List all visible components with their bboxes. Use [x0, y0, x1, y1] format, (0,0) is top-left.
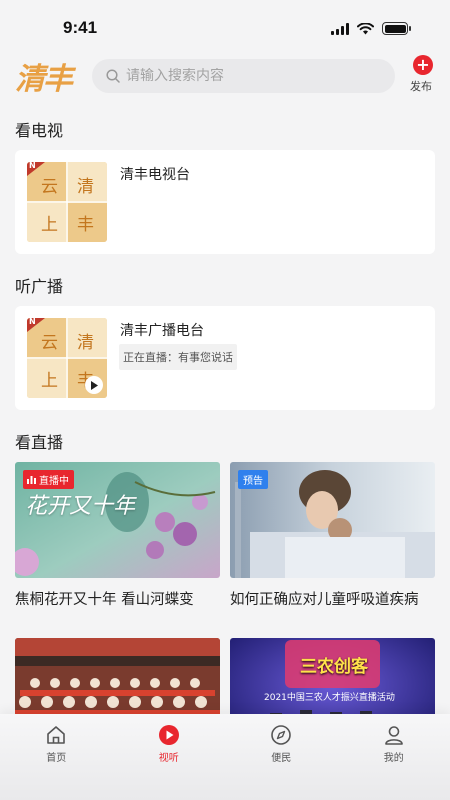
live-thumbnail: 预告	[230, 462, 435, 578]
plus-icon: +	[413, 55, 433, 75]
battery-icon	[382, 22, 411, 35]
play-icon[interactable]	[85, 376, 103, 394]
live-item[interactable]: 花开又十年 直播中 焦桐花开又十年 看山河蝶变	[15, 462, 220, 609]
status-icons	[331, 22, 411, 35]
thumb-char: 上	[41, 215, 58, 235]
compass-icon	[271, 725, 292, 745]
bar-chart-icon	[27, 475, 36, 484]
home-icon	[47, 726, 66, 744]
channel-cover-art	[27, 162, 107, 242]
header: 清丰 + 发布	[0, 55, 450, 97]
tv-channel-title: 清丰电视台	[120, 167, 190, 183]
section-title-tv: 看电视	[15, 121, 64, 140]
cellular-signal-icon	[331, 22, 349, 35]
search-icon	[106, 69, 120, 83]
app-logo: 清丰	[15, 62, 73, 97]
tab-home[interactable]: 首页	[0, 714, 113, 800]
thumb-char: 云	[41, 177, 58, 197]
play-circle-icon	[158, 725, 179, 745]
section-title-radio: 听广播	[15, 277, 64, 296]
thumb-char: 上	[41, 371, 58, 391]
tv-channel-card[interactable]: 云 清 上 丰 N 清丰电视台	[15, 150, 435, 254]
thumb-char: 清	[77, 177, 94, 197]
tab-label: 首页	[46, 753, 67, 764]
live-item-title: 如何正确应对儿童呼吸道疾病	[230, 592, 419, 608]
live-badge: 直播中	[23, 470, 74, 489]
live-item-title: 焦桐花开又十年 看山河蝶变	[15, 592, 194, 608]
status-bar: 9:41	[0, 0, 450, 56]
status-time: 9:41	[63, 18, 98, 37]
preview-badge: 预告	[238, 470, 268, 489]
publish-label: 发布	[410, 80, 432, 93]
tab-label: 我的	[383, 753, 404, 764]
live-thumbnail: 花开又十年 直播中	[15, 462, 220, 578]
thumb-badge: N	[29, 318, 36, 326]
search-input[interactable]	[126, 68, 366, 84]
live-badge-label: 直播中	[39, 476, 69, 487]
search-bar[interactable]	[92, 59, 395, 93]
live-art-text: 三农创客	[300, 657, 368, 677]
section-title-live: 看直播	[15, 433, 64, 452]
bottom-tab-bar: 首页 视听 便民 我的	[0, 714, 450, 800]
tab-media[interactable]: 视听	[113, 714, 226, 800]
wifi-icon	[357, 22, 374, 34]
tab-profile[interactable]: 我的	[338, 714, 450, 800]
live-item[interactable]: 预告 如何正确应对儿童呼吸道疾病	[230, 462, 435, 609]
tv-channel-thumbnail: 云 清 上 丰 N	[27, 162, 107, 242]
thumb-char: 清	[77, 333, 94, 353]
tab-label: 视听	[158, 753, 179, 764]
radio-channel-card[interactable]: 云 清 上 丰 N 清丰广播电台 正在直播：有事您说话	[15, 306, 435, 410]
radio-channel-thumbnail: 云 清 上 丰 N	[27, 318, 107, 398]
radio-channel-title: 清丰广播电台	[120, 323, 204, 339]
live-art-subtitle: 2021中国三农人才振兴直播活动	[264, 693, 395, 703]
tab-services[interactable]: 便民	[225, 714, 338, 800]
live-art-text: 花开又十年	[25, 494, 136, 519]
thumb-badge: N	[29, 162, 36, 170]
tab-label: 便民	[271, 753, 292, 764]
thumb-char: 丰	[77, 215, 94, 235]
thumb-char: 云	[41, 333, 58, 353]
publish-button[interactable]: + 发布	[410, 55, 435, 94]
now-playing-tag: 正在直播：有事您说话	[119, 344, 237, 370]
user-icon	[384, 726, 403, 745]
